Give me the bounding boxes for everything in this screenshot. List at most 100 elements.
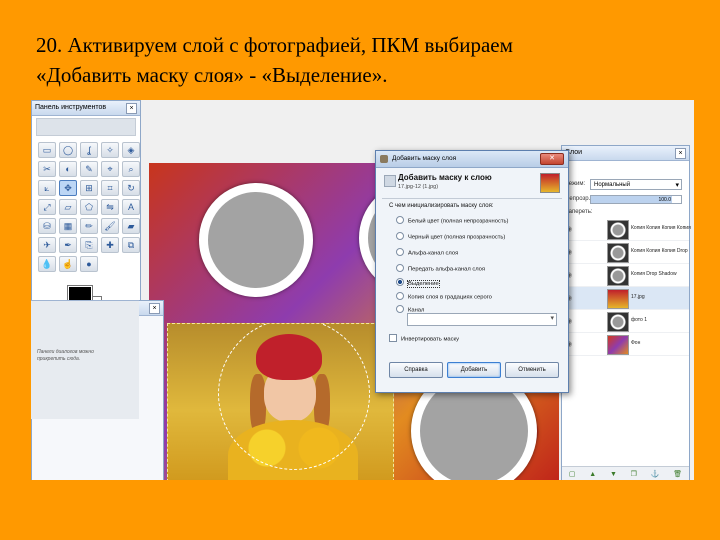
divider bbox=[382, 198, 562, 199]
ink-tool-icon[interactable]: ✒ bbox=[59, 237, 77, 253]
delete-layer-icon[interactable]: 🗑 bbox=[673, 470, 682, 478]
airbrush-tool-icon[interactable]: ✈ bbox=[38, 237, 56, 253]
select-by-color-tool-icon[interactable]: ◈ bbox=[122, 142, 140, 158]
option-label: Белый цвет (полная непрозрачность) bbox=[408, 218, 509, 225]
layer-mode-select[interactable]: Нормальный bbox=[590, 179, 682, 191]
eraser-tool-icon[interactable]: ▰ bbox=[122, 218, 140, 234]
opacity-slider[interactable]: 100.0 bbox=[590, 195, 682, 204]
blur-tool-icon[interactable]: 💧 bbox=[38, 256, 56, 272]
dock-hint-text: Панели диалогов можно прикрепить сюда. bbox=[37, 349, 94, 362]
smudge-tool-icon[interactable]: ☝ bbox=[59, 256, 77, 272]
radio-icon[interactable] bbox=[396, 292, 404, 300]
radio-icon[interactable] bbox=[396, 248, 404, 256]
dodge-burn-tool-icon[interactable]: ● bbox=[80, 256, 98, 272]
toolbox-dock-area: Панели диалогов можно прикрепить сюда. bbox=[31, 300, 139, 419]
ellipse-select-tool-icon[interactable]: ◯ bbox=[59, 142, 77, 158]
scale-tool-icon[interactable]: ⤢ bbox=[38, 199, 56, 215]
option-grayscale-copy[interactable]: Копия слоя в градациях серого bbox=[396, 292, 492, 301]
pencil-tool-icon[interactable]: ✏ bbox=[80, 218, 98, 234]
text-tool-icon[interactable]: A bbox=[122, 199, 140, 215]
channel-select[interactable] bbox=[407, 313, 557, 326]
layer-row-active[interactable]: ◉ 17.jpg bbox=[562, 287, 689, 310]
invert-mask-checkbox[interactable]: Инвертировать маску bbox=[389, 334, 459, 343]
tool-grid: ▭ ◯ ʆ ✧ ◈ ✂ ◐ ✎ ⌖ ⌕ ⟀ ✥ ⊞ ⌗ ↻ ⤢ ▱ ⬠ ⇋ A … bbox=[32, 138, 140, 276]
perspective-clone-tool-icon[interactable]: ⧉ bbox=[122, 237, 140, 253]
dialog-title-bar: Добавить маску слоя ✕ bbox=[376, 151, 568, 168]
dialog-subheading: 17.jpg-12 (1.jpg) bbox=[398, 184, 439, 190]
paintbrush-tool-icon[interactable]: 🖌 bbox=[101, 218, 119, 234]
lock-label: Запереть: bbox=[565, 209, 593, 215]
girl-photo-layer[interactable] bbox=[167, 323, 394, 480]
option-selection[interactable]: Выделение bbox=[396, 278, 440, 288]
align-tool-icon[interactable]: ⊞ bbox=[80, 180, 98, 196]
close-icon[interactable]: × bbox=[149, 303, 160, 314]
radio-icon[interactable] bbox=[396, 305, 404, 313]
option-transfer-alpha[interactable]: Передать альфа-канал слоя bbox=[396, 264, 486, 273]
layer-row[interactable]: ◉ Копия Копия Копия Drop bbox=[562, 241, 689, 264]
layer-mask-icon bbox=[384, 175, 396, 187]
close-icon[interactable]: × bbox=[675, 148, 686, 159]
paths-tool-icon[interactable]: ✎ bbox=[80, 161, 98, 177]
layer-list: ◉ Копия Копия Копия Копия ◉ Копия Копия … bbox=[562, 218, 691, 356]
option-black[interactable]: Черный цвет (полная прозрачность) bbox=[396, 232, 505, 241]
dialog-title: Добавить маску слоя bbox=[392, 155, 457, 162]
move-tool-icon[interactable]: ✥ bbox=[59, 180, 77, 196]
layer-name: 17.jpg bbox=[631, 294, 645, 300]
perspective-tool-icon[interactable]: ⬠ bbox=[80, 199, 98, 215]
layers-panel: Слои × Режим: Нормальный Непрозр.: 100.0… bbox=[561, 145, 691, 480]
close-icon[interactable]: × bbox=[126, 103, 137, 114]
help-button[interactable]: Справка bbox=[389, 362, 443, 378]
free-select-tool-icon[interactable]: ʆ bbox=[80, 142, 98, 158]
option-white[interactable]: Белый цвет (полная непрозрачность) bbox=[396, 216, 509, 225]
layer-name: Копия Drop Shadow bbox=[631, 271, 677, 277]
toolbox-title: Панель инструментов bbox=[35, 104, 107, 111]
cancel-button[interactable]: Отменить bbox=[505, 362, 559, 378]
radio-selected-icon[interactable] bbox=[396, 278, 404, 286]
flip-tool-icon[interactable]: ⇋ bbox=[101, 199, 119, 215]
radio-icon[interactable] bbox=[396, 216, 404, 224]
layer-row[interactable]: ◉ фото 1 bbox=[562, 310, 689, 333]
layer-row[interactable]: ◉ Фон bbox=[562, 333, 689, 356]
duplicate-layer-icon[interactable]: ❐ bbox=[631, 470, 637, 478]
add-layer-mask-dialog: Добавить маску слоя ✕ Добавить маску к с… bbox=[375, 150, 569, 393]
photo-frame-circle-top-left bbox=[199, 183, 313, 297]
add-button[interactable]: Добавить bbox=[447, 362, 501, 378]
layer-name: Копия Копия Копия Копия bbox=[631, 225, 691, 231]
scissors-tool-icon[interactable]: ✂ bbox=[38, 161, 56, 177]
clone-tool-icon[interactable]: ⎘ bbox=[80, 237, 98, 253]
radio-icon[interactable] bbox=[396, 264, 404, 272]
fuzzy-select-tool-icon[interactable]: ✧ bbox=[101, 142, 119, 158]
layer-row[interactable]: ◉ Копия Копия Копия Копия bbox=[562, 218, 691, 241]
heal-tool-icon[interactable]: ✚ bbox=[101, 237, 119, 253]
slide-title: 20. Активируем слой с фотографией, ПКМ в… bbox=[36, 30, 696, 90]
checkbox-icon[interactable] bbox=[389, 334, 397, 342]
dialog-heading: Добавить маску к слою bbox=[398, 173, 492, 182]
color-picker-tool-icon[interactable]: ⌖ bbox=[101, 161, 119, 177]
lower-layer-icon[interactable]: ▼ bbox=[610, 471, 617, 478]
layer-name: Копия Копия Копия Drop bbox=[631, 248, 688, 254]
opacity-label: Непрозр.: bbox=[565, 196, 592, 202]
blend-tool-icon[interactable]: ▦ bbox=[59, 218, 77, 234]
new-layer-icon[interactable]: ▢ bbox=[569, 470, 576, 478]
measure-tool-icon[interactable]: ⟀ bbox=[38, 180, 56, 196]
zoom-tool-icon[interactable]: ⌕ bbox=[122, 161, 140, 177]
bucket-fill-tool-icon[interactable]: ⛁ bbox=[38, 218, 56, 234]
option-alpha[interactable]: Альфа-канал слоя bbox=[396, 248, 459, 257]
close-icon[interactable]: ✕ bbox=[540, 153, 564, 165]
rotate-tool-icon[interactable]: ↻ bbox=[122, 180, 140, 196]
radio-icon[interactable] bbox=[396, 232, 404, 240]
crop-tool-icon[interactable]: ⌗ bbox=[101, 180, 119, 196]
foreground-select-tool-icon[interactable]: ◐ bbox=[59, 161, 77, 177]
layer-row[interactable]: ◉ Копия Drop Shadow bbox=[562, 264, 689, 287]
raise-layer-icon[interactable]: ▲ bbox=[589, 471, 596, 478]
layer-thumbnail bbox=[607, 289, 629, 309]
rect-select-tool-icon[interactable]: ▭ bbox=[38, 142, 56, 158]
slide-title-line-2: «Добавить маску слоя» - «Выделение». bbox=[36, 63, 388, 87]
layer-thumbnail bbox=[607, 266, 629, 286]
shear-tool-icon[interactable]: ▱ bbox=[59, 199, 77, 215]
option-label: Альфа-канал слоя bbox=[408, 250, 459, 257]
toolbox-title-bar: Панель инструментов × bbox=[32, 101, 140, 116]
option-label: Передать альфа-канал слоя bbox=[408, 266, 486, 273]
layer-preview-thumbnail bbox=[540, 173, 560, 193]
anchor-layer-icon[interactable]: ⚓ bbox=[651, 470, 660, 478]
